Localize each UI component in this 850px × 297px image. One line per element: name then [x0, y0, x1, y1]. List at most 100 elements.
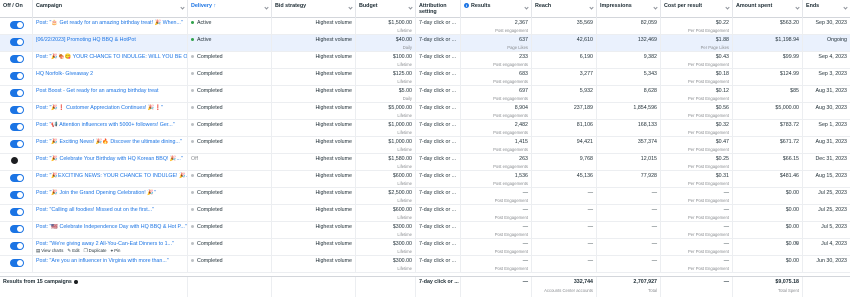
col-off-on[interactable]: Off / On	[0, 0, 33, 18]
budget-value: $2,500.00	[388, 190, 412, 196]
impressions-value: 1,854,596	[633, 105, 657, 111]
budget-value: $40.00	[395, 37, 412, 43]
bid-strategy: Highest volume	[315, 105, 352, 111]
campaign-name-link[interactable]: Post: "🎉 Exciting News! 🎉🔥 Discover the …	[36, 139, 184, 145]
sort-chevron-icon	[653, 5, 658, 10]
table-row[interactable]: Post: "🎉❗ Customer Appreciation Continue…	[0, 103, 850, 120]
col-delivery-label: Delivery ↑	[191, 3, 217, 9]
delivery-status: Completed	[197, 258, 223, 264]
campaign-name-link[interactable]: Post: "We're giving away 2 All-You-Can-E…	[36, 241, 184, 247]
table-row[interactable]: Post: "🎉 Join the Grand Opening Celebrat…	[0, 188, 850, 205]
table-row[interactable]: HQ Norfolk- Giveaway 2 Completed Highest v…	[0, 69, 850, 86]
campaign-toggle[interactable]	[10, 140, 24, 148]
budget-type: Lifetime	[397, 130, 412, 135]
cost-per-result-value: —	[723, 190, 729, 196]
campaign-name-link[interactable]: Post: "🎉EXCITING NEWS: YOUR CHANCE TO IN…	[36, 173, 187, 179]
col-amount-spent[interactable]: Amount spent	[733, 0, 803, 18]
table-row[interactable]: Post: "🎉🍖😋 YOUR CHANCE TO INDULGE: WILL …	[0, 52, 850, 69]
bid-strategy: Highest volume	[315, 224, 352, 230]
campaign-name-link[interactable]: Post: "🎂 Get ready for an amazing birthd…	[36, 20, 184, 26]
status-dot-icon	[191, 72, 194, 76]
campaign-toggle[interactable]	[10, 191, 24, 199]
campaign-name-link[interactable]: HQ Norfolk- Giveaway 2	[36, 71, 184, 77]
view-charts-link[interactable]: ▤ View charts	[36, 248, 63, 253]
campaign-toggle[interactable]	[10, 72, 24, 80]
campaign-toggle[interactable]	[10, 225, 24, 233]
results-type: Post engagements	[493, 62, 528, 67]
impressions-value: —	[651, 241, 657, 247]
campaign-name-link[interactable]: Post: "🎉 Celebrate Your Birthday with HQ…	[36, 156, 184, 162]
campaign-name-link[interactable]: Post Boost - Get ready for an amazing bi…	[36, 88, 184, 94]
pin-label: Pin	[114, 248, 121, 253]
table-row[interactable]: Post: "🎉 Exciting News! 🎉🔥 Discover the …	[0, 137, 850, 154]
table-row[interactable]: Post: "🎉 Celebrate Your Birthday with HQ…	[0, 154, 850, 171]
amount-spent-value: $1,198.94	[775, 37, 799, 43]
results-value: 1,536	[514, 173, 528, 179]
campaign-name-link[interactable]: Post: "📢 Attention influencers with 5000…	[36, 122, 184, 128]
col-cost-per-result[interactable]: Cost per result	[661, 0, 733, 18]
reach-value: —	[587, 241, 593, 247]
pin-link[interactable]: ⌖ Pin	[111, 248, 121, 253]
amount-spent-value: $124.99	[779, 71, 799, 77]
budget-value: $1,000.00	[388, 122, 412, 128]
campaign-toggle[interactable]	[10, 123, 24, 131]
results-value: 8,904	[514, 105, 528, 111]
campaign-toggle[interactable]	[10, 21, 24, 29]
budget-value: $1,000.00	[388, 139, 412, 145]
attribution-setting: 7-day click or ...	[419, 207, 457, 213]
footer-amount-spent: $9,075.18	[775, 279, 799, 285]
results-value: —	[522, 241, 528, 247]
campaign-name-link[interactable]: Post: "🇺🇸 Celebrate Independence Day wit…	[36, 224, 187, 230]
col-budget[interactable]: Budget	[356, 0, 416, 18]
bid-strategy: Highest volume	[315, 54, 352, 60]
campaign-toggle[interactable]	[10, 106, 24, 114]
col-campaign[interactable]: Campaign	[33, 0, 188, 18]
table-row[interactable]: Post: "Calling all foodies! Missed out o…	[0, 205, 850, 222]
attribution-setting: 7-day click or ...	[419, 54, 457, 60]
campaign-toggle[interactable]	[10, 259, 24, 267]
col-reach[interactable]: Reach	[532, 0, 597, 18]
table-row[interactable]: Post Boost - Get ready for an amazing bi…	[0, 86, 850, 103]
table-row[interactable]: [06/22/2023] Promoting HQ BBQ & HotPot Ac…	[0, 35, 850, 52]
footer-amount-spent-sub: Total Spent	[778, 288, 799, 293]
col-ends[interactable]: Ends	[803, 0, 850, 18]
budget-type: Lifetime	[397, 147, 412, 152]
impressions-value: 77,928	[640, 173, 657, 179]
ends-value: Jul 4, 2023	[821, 241, 847, 247]
table-row[interactable]: Post: "📢 Attention influencers with 5000…	[0, 120, 850, 137]
campaign-toggle[interactable]	[10, 55, 24, 63]
campaign-name-link[interactable]: Post: "🎉🍖😋 YOUR CHANCE TO INDULGE: WILL …	[36, 54, 187, 60]
edit-link[interactable]: ✎ Edit	[67, 248, 79, 253]
col-results[interactable]: i Results	[461, 0, 532, 18]
col-impressions[interactable]: Impressions	[597, 0, 661, 18]
edit-pencil-icon[interactable]: ✎	[795, 241, 799, 247]
campaign-toggle[interactable]	[10, 89, 24, 97]
delivery-status: Completed	[197, 173, 223, 179]
duplicate-link[interactable]: ❐ Duplicate	[84, 248, 107, 253]
budget-type: Lifetime	[397, 164, 412, 169]
campaign-toggle[interactable]	[11, 157, 18, 164]
campaign-name-link[interactable]: Post: "🎉❗ Customer Appreciation Continue…	[36, 105, 184, 111]
footer-results: —	[522, 279, 528, 285]
results-type: Post engagements	[493, 147, 528, 152]
campaign-toggle[interactable]	[10, 208, 24, 216]
campaign-name-link[interactable]: [06/22/2023] Promoting HQ BBQ & HotPot	[36, 37, 184, 43]
budget-value: $125.00	[392, 71, 412, 77]
table-row[interactable]: Post: "🇺🇸 Celebrate Independence Day wit…	[0, 222, 850, 239]
campaign-name-link[interactable]: Post: "Calling all foodies! Missed out o…	[36, 207, 184, 213]
campaign-toggle[interactable]	[10, 174, 24, 182]
campaign-toggle[interactable]	[10, 242, 24, 250]
amount-spent-value: $783.72	[779, 122, 799, 128]
campaign-name-link[interactable]: Post: "Are you an influencer in Virginia…	[36, 258, 184, 264]
results-type: Post engagements	[493, 79, 528, 84]
col-bid-strategy[interactable]: Bid strategy	[272, 0, 356, 18]
col-attribution[interactable]: Attribution setting	[416, 0, 461, 18]
col-delivery[interactable]: Delivery ↑	[188, 0, 272, 18]
campaign-toggle[interactable]	[10, 38, 24, 46]
table-row[interactable]: Post: "🎂 Get ready for an amazing birthd…	[0, 18, 850, 35]
table-row[interactable]: Post: "We're giving away 2 All-You-Can-E…	[0, 239, 850, 256]
table-row[interactable]: Post: "Are you an influencer in Virginia…	[0, 256, 850, 273]
campaign-name-link[interactable]: Post: "🎉 Join the Grand Opening Celebrat…	[36, 190, 184, 196]
cost-per-result-type: Per Post Engagement	[688, 79, 729, 84]
table-row[interactable]: Post: "🎉EXCITING NEWS: YOUR CHANCE TO IN…	[0, 171, 850, 188]
